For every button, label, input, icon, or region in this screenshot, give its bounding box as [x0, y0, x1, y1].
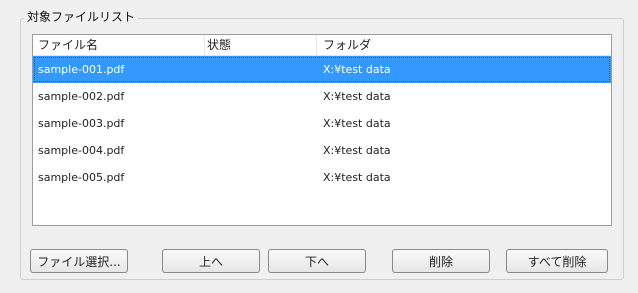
- select-files-button[interactable]: ファイル選択...: [30, 249, 128, 273]
- cell-folder: X:¥test data: [323, 171, 391, 184]
- table-row[interactable]: sample-004.pdf X:¥test data: [33, 137, 611, 164]
- cell-filename: sample-001.pdf: [38, 63, 125, 76]
- cell-folder: X:¥test data: [323, 63, 391, 76]
- cell-folder: X:¥test data: [323, 144, 391, 157]
- table-row[interactable]: sample-003.pdf X:¥test data: [33, 110, 611, 137]
- column-header-folder[interactable]: フォルダ: [317, 35, 611, 55]
- cell-filename: sample-004.pdf: [38, 144, 125, 157]
- cell-filename: sample-003.pdf: [38, 117, 125, 130]
- cell-filename: sample-005.pdf: [38, 171, 125, 184]
- cell-filename: sample-002.pdf: [38, 90, 125, 103]
- table-row[interactable]: sample-001.pdf X:¥test data: [33, 56, 611, 83]
- delete-all-button[interactable]: すべて削除: [506, 249, 608, 273]
- column-header-status[interactable]: 状態: [205, 35, 317, 55]
- group-title: 対象ファイルリスト: [24, 8, 139, 25]
- table-row[interactable]: sample-005.pdf X:¥test data: [33, 164, 611, 191]
- column-header-filename[interactable]: ファイル名: [33, 35, 205, 55]
- move-up-button[interactable]: 上へ: [162, 249, 260, 273]
- delete-button[interactable]: 削除: [392, 249, 490, 273]
- cell-folder: X:¥test data: [323, 117, 391, 130]
- table-row[interactable]: sample-002.pdf X:¥test data: [33, 83, 611, 110]
- cell-folder: X:¥test data: [323, 90, 391, 103]
- list-body: sample-001.pdf X:¥test data sample-002.p…: [33, 56, 611, 191]
- move-down-button[interactable]: 下へ: [268, 249, 366, 273]
- list-header: ファイル名 状態 フォルダ: [33, 35, 611, 56]
- file-list-view[interactable]: ファイル名 状態 フォルダ sample-001.pdf X:¥test dat…: [32, 34, 612, 226]
